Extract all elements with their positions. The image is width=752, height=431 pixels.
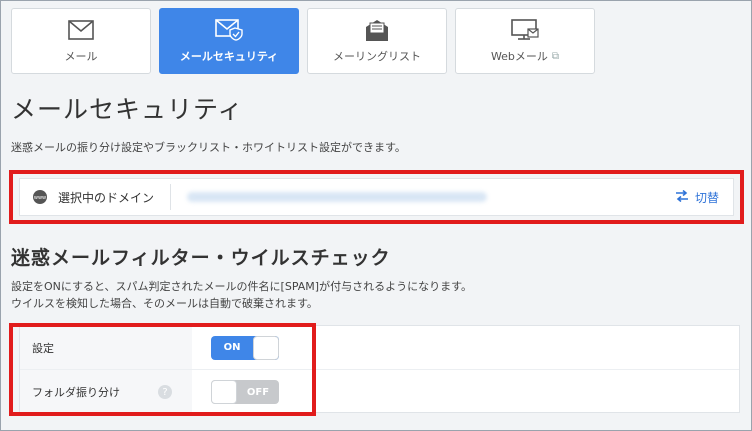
- setting-row-folder: フォルダ振り分け ? OFF: [20, 370, 739, 414]
- setting-label: 設定: [32, 340, 172, 356]
- tab-mail-security-label: メールセキュリティ: [179, 50, 279, 63]
- mailing-list-icon: [363, 18, 391, 42]
- domain-switch-button[interactable]: 切替: [675, 189, 719, 206]
- tab-mailing-list[interactable]: メーリングリスト: [307, 8, 447, 74]
- external-link-icon: ⧉: [551, 50, 560, 62]
- domain-label: 選択中のドメイン: [58, 190, 155, 205]
- tab-webmail-label: Webメール ⧉: [491, 48, 559, 64]
- section-description-line: 設定をONにすると、スパム判定されたメールの件名に[SPAM]が付与されるように…: [11, 280, 472, 293]
- toggle-knob: [253, 335, 279, 360]
- toggle-state: ON: [223, 342, 241, 353]
- tab-mailing-list-label: メーリングリスト: [333, 50, 421, 63]
- page-description: 迷惑メールの振り分け設定やブラックリスト・ホワイトリスト設定ができます。: [11, 141, 406, 154]
- tab-mail-label: メール: [64, 50, 98, 63]
- divider: [170, 184, 172, 210]
- toggle-knob: [211, 380, 237, 404]
- svg-text:www: www: [34, 195, 46, 201]
- envelope-shield-icon: [215, 18, 243, 42]
- page-title: メールセキュリティ: [11, 95, 244, 124]
- setting-row-enable: 設定 ON: [20, 326, 739, 370]
- envelope-icon: [67, 18, 95, 42]
- tab-webmail[interactable]: Webメール ⧉: [455, 8, 595, 74]
- section-title: 迷惑メールフィルター・ウイルスチェック: [11, 247, 391, 269]
- swap-arrows-icon: [675, 189, 689, 205]
- domain-switch-label: 切替: [694, 190, 719, 205]
- blurred-domain-value: [187, 192, 488, 202]
- service-tabs: メール メールセキュリティ メーリングリスト Webメール ⧉: [11, 8, 595, 74]
- tab-mail-security[interactable]: メールセキュリティ: [159, 8, 299, 74]
- filter-enable-toggle[interactable]: ON: [211, 335, 279, 360]
- globe-www-icon: www: [32, 189, 48, 205]
- help-icon[interactable]: ?: [158, 385, 172, 399]
- setting-label: フォルダ振り分け ?: [32, 384, 172, 400]
- toggle-state: OFF: [246, 386, 270, 398]
- folder-sort-toggle[interactable]: OFF: [211, 380, 279, 404]
- domain-selector-bar: www 選択中のドメイン 切替: [19, 178, 734, 216]
- setting-label-text: フォルダ振り分け: [32, 386, 120, 399]
- settings-panel: 設定 ON フォルダ振り分け ? OFF: [19, 325, 740, 414]
- tab-webmail-text: Webメール: [490, 50, 548, 63]
- webmail-monitor-icon: [511, 18, 539, 42]
- tab-mail[interactable]: メール: [11, 8, 151, 74]
- section-description: 設定をONにすると、スパム判定されたメールの件名に[SPAM]が付与されるように…: [11, 278, 472, 312]
- setting-label-text: 設定: [32, 341, 54, 355]
- section-description-line: ウイルスを検知した場合、そのメールは自動で破棄されます。: [11, 297, 318, 310]
